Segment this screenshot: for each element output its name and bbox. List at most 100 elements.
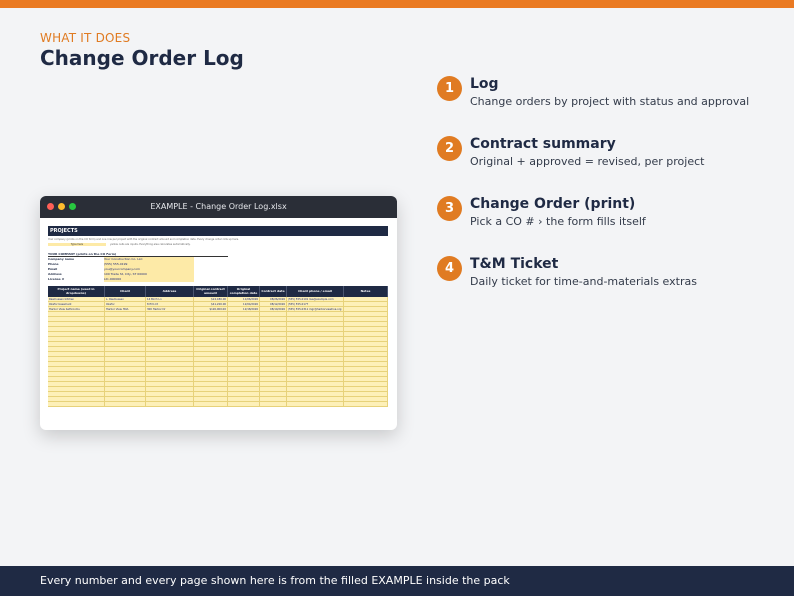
table-cell[interactable] (48, 317, 105, 321)
table-cell[interactable] (48, 357, 105, 361)
table-cell[interactable] (48, 377, 105, 381)
table-cell[interactable] (146, 357, 194, 361)
table-cell[interactable] (344, 297, 388, 301)
table-cell[interactable] (105, 397, 146, 401)
table-cell[interactable] (344, 382, 388, 386)
table-cell[interactable] (228, 342, 260, 346)
table-cell[interactable] (105, 337, 146, 341)
table-cell[interactable] (344, 357, 388, 361)
table-cell[interactable] (260, 367, 287, 371)
table-cell[interactable] (260, 322, 287, 326)
table-cell[interactable]: (555) 555-0101 lisa@example.com (287, 297, 344, 301)
table-cell[interactable] (260, 327, 287, 331)
table-cell[interactable] (194, 382, 228, 386)
table-cell[interactable] (105, 352, 146, 356)
table-cell[interactable] (287, 377, 344, 381)
table-cell[interactable] (228, 327, 260, 331)
table-cell[interactable]: $126,000.00 (194, 307, 228, 311)
table-cell[interactable] (105, 327, 146, 331)
table-cell[interactable] (228, 322, 260, 326)
table-cell[interactable] (194, 392, 228, 396)
table-cell[interactable] (344, 302, 388, 306)
table-cell[interactable] (228, 397, 260, 401)
table-cell[interactable] (48, 352, 105, 356)
table-cell[interactable] (344, 392, 388, 396)
table-cell[interactable] (194, 317, 228, 321)
table-cell[interactable] (48, 337, 105, 341)
table-cell[interactable] (228, 387, 260, 391)
table-cell[interactable] (105, 312, 146, 316)
table-cell[interactable] (48, 362, 105, 366)
table-cell[interactable] (105, 347, 146, 351)
table-cell[interactable] (194, 327, 228, 331)
table-cell[interactable] (105, 402, 146, 406)
table-cell[interactable] (287, 322, 344, 326)
company-field-value[interactable]: LIC-000000 (104, 277, 194, 282)
table-cell[interactable]: 08/26/2026 (260, 297, 287, 301)
table-cell[interactable] (287, 347, 344, 351)
table-cell[interactable]: (555) 555-0177 (287, 302, 344, 306)
table-cell[interactable] (228, 377, 260, 381)
table-cell[interactable] (146, 337, 194, 341)
table-cell[interactable]: Okafor basement (48, 302, 105, 306)
table-cell[interactable] (260, 317, 287, 321)
table-cell[interactable] (146, 347, 194, 351)
table-cell[interactable] (228, 357, 260, 361)
table-cell[interactable]: 14 Birch Ln (146, 297, 194, 301)
table-cell[interactable] (146, 397, 194, 401)
table-cell[interactable] (146, 392, 194, 396)
table-cell[interactable] (344, 397, 388, 401)
table-cell[interactable] (260, 392, 287, 396)
table-cell[interactable] (48, 332, 105, 336)
table-cell[interactable] (105, 382, 146, 386)
table-cell[interactable] (228, 392, 260, 396)
table-cell[interactable] (287, 372, 344, 376)
table-cell[interactable] (260, 397, 287, 401)
table-cell[interactable] (260, 332, 287, 336)
table-cell[interactable] (287, 367, 344, 371)
table-cell[interactable]: 12/18/2026 (228, 307, 260, 311)
table-cell[interactable] (260, 402, 287, 406)
table-cell[interactable] (48, 397, 105, 401)
table-cell[interactable] (287, 362, 344, 366)
table-cell[interactable] (48, 382, 105, 386)
table-cell[interactable] (48, 342, 105, 346)
table-cell[interactable] (146, 317, 194, 321)
table-cell[interactable]: 11/06/2026 (228, 297, 260, 301)
table-cell[interactable] (260, 347, 287, 351)
table-cell[interactable] (260, 342, 287, 346)
table-cell[interactable] (146, 372, 194, 376)
table-cell[interactable]: 8 Elm Ct (146, 302, 194, 306)
table-cell[interactable]: 08/10/2026 (260, 307, 287, 311)
table-cell[interactable] (344, 372, 388, 376)
table-cell[interactable] (228, 312, 260, 316)
table-cell[interactable] (146, 367, 194, 371)
table-cell[interactable] (287, 332, 344, 336)
table-cell[interactable] (194, 377, 228, 381)
table-cell[interactable]: 08/12/2026 (260, 302, 287, 306)
table-cell[interactable] (287, 337, 344, 341)
table-cell[interactable] (194, 332, 228, 336)
table-cell[interactable] (105, 332, 146, 336)
table-cell[interactable] (146, 402, 194, 406)
table-cell[interactable] (48, 402, 105, 406)
table-cell[interactable] (105, 377, 146, 381)
table-cell[interactable] (260, 337, 287, 341)
table-cell[interactable] (194, 357, 228, 361)
table-cell[interactable] (344, 352, 388, 356)
table-cell[interactable] (344, 312, 388, 316)
table-cell[interactable] (194, 337, 228, 341)
table-cell[interactable] (260, 372, 287, 376)
table-cell[interactable] (146, 352, 194, 356)
table-cell[interactable] (260, 357, 287, 361)
table-cell[interactable] (344, 342, 388, 346)
table-cell[interactable] (228, 402, 260, 406)
table-cell[interactable] (194, 362, 228, 366)
table-cell[interactable]: L. Rasmussen (105, 297, 146, 301)
table-cell[interactable] (287, 317, 344, 321)
table-cell[interactable] (344, 367, 388, 371)
table-cell[interactable] (194, 342, 228, 346)
table-cell[interactable]: Okafor (105, 302, 146, 306)
table-cell[interactable] (287, 392, 344, 396)
table-cell[interactable] (48, 327, 105, 331)
